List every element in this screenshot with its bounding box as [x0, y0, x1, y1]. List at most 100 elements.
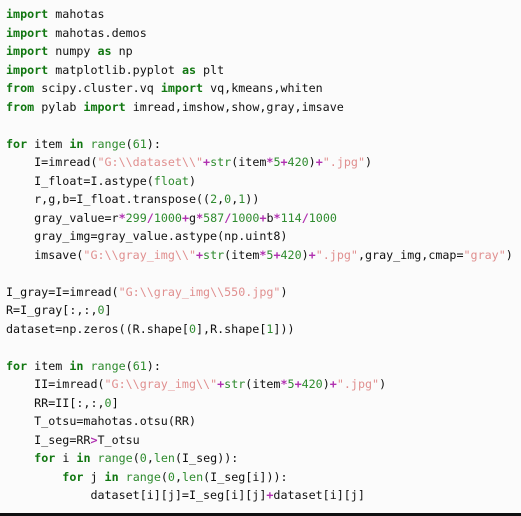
code-token-kw: for	[6, 358, 28, 373]
code-token-kw: in	[69, 136, 84, 151]
code-token-num: 61	[132, 136, 147, 151]
code-token-num: 0	[188, 321, 196, 336]
code-token-pl: g	[189, 210, 197, 225]
code-line: I_seg=RR>T_otsu	[6, 431, 521, 450]
code-token-num: 1000	[231, 210, 260, 225]
code-line: imsave("G:\\gray_img\\"+str(item*5+420)+…	[6, 246, 521, 265]
code-token-op: +	[315, 155, 323, 169]
code-line: for item in range(61):	[6, 135, 521, 154]
code-token-pl: R=I_gray[:,:,	[6, 303, 98, 317]
code-token-pl: I=imread(	[6, 155, 98, 169]
code-line: I_float=I.astype(float)	[6, 172, 521, 191]
code-token-pl: imread,imshow,show,gray,imsave	[125, 99, 344, 114]
code-line: from pylab import imread,imshow,show,gra…	[6, 98, 521, 117]
code-token-num: 1000	[153, 210, 182, 225]
code-token-pl: )	[322, 377, 330, 391]
code-token-bi: range	[90, 136, 126, 151]
code-line: II=imread("G:\\gray_img\\"+str(item*5+42…	[6, 375, 521, 394]
code-token-pl: j	[83, 469, 105, 484]
code-token-pl: ):	[146, 358, 161, 373]
code-token-kw: import	[6, 62, 49, 77]
code-token-pl: RR=II[:,:,	[6, 395, 105, 410]
code-token-op: +	[273, 247, 281, 262]
code-token-op: >	[90, 432, 98, 447]
code-token-kw: import	[83, 99, 126, 114]
code-line: gray_value=r*299/1000+g*587/1000+b*114/1…	[6, 209, 521, 228]
code-line: from scipy.cluster.vq import vq,kmeans,w…	[6, 79, 521, 98]
code-line: import mahotas	[6, 5, 521, 24]
code-line: I=imread("G:\\dataset\\"+str(item*5+420)…	[6, 153, 521, 172]
code-token-pl: (	[132, 451, 140, 465]
code-token-kw: import	[6, 25, 49, 40]
code-token-pl: )	[188, 173, 197, 188]
code-token-bi: len	[153, 451, 175, 465]
code-token-kw: as	[181, 62, 197, 77]
code-token-pl: )	[379, 377, 387, 391]
code-token-pl: gray_img=gray_value.astype(np.uint8)	[6, 229, 288, 243]
code-token-pl: (item	[224, 247, 260, 262]
code-token-str: ".jpg"	[336, 377, 380, 391]
code-token-pl: ],R.shape[	[196, 321, 267, 336]
code-token-kw: import	[6, 44, 49, 58]
code-line: for j in range(0,len(I_seg[i])):	[6, 468, 521, 487]
code-token-pl: item	[27, 136, 70, 151]
code-token-bi: str	[224, 377, 246, 391]
code-token-pl: matplotlib.pyplot	[48, 62, 182, 77]
code-token-pl: (item	[231, 155, 267, 169]
code-token-str: ".jpg"	[315, 247, 358, 262]
code-token-pl: )	[505, 247, 513, 262]
code-token-num: 420	[301, 377, 323, 391]
code-token-pl: )	[280, 284, 288, 299]
code-token-num: 5	[287, 377, 295, 391]
code-token-bi: str	[210, 155, 232, 169]
code-token-pl: ,	[146, 451, 154, 465]
code-token-pl: item	[27, 358, 70, 373]
code-token-pl: ]))	[273, 321, 295, 336]
code-token-pl: I_float=I.astype(	[6, 173, 154, 188]
code-token-str: "G:\\gray_img\\"	[104, 377, 218, 391]
code-token-kw: as	[97, 44, 112, 58]
code-token-num: 587	[203, 210, 225, 225]
code-token-pl: mahotas.demos	[48, 25, 147, 40]
code-token-op: +	[280, 155, 288, 169]
code-line: r,g,b=I_float.transpose((2,0,1))	[6, 190, 521, 209]
code-editor-text[interactable]: import mahotas import mahotas.demos import…	[0, 0, 521, 513]
code-line: import matplotlib.pyplot as plt	[6, 61, 521, 80]
code-screenshot: import mahotas import mahotas.demos import…	[0, 0, 521, 516]
code-token-bi: str	[203, 247, 225, 262]
code-token-num: 1000	[308, 210, 337, 225]
code-token-pl: (	[125, 358, 133, 373]
code-token-pl: dataset=np.zeros((R.shape[	[6, 321, 189, 336]
code-token-kw: for	[6, 136, 28, 151]
code-token-bi: range	[125, 469, 161, 484]
code-line: for i in range(0,len(I_seg)):	[6, 449, 521, 468]
code-token-op: *	[118, 210, 126, 225]
code-token-bi: float	[153, 173, 189, 188]
code-token-pl: )	[308, 155, 316, 169]
code-line: T_otsu=mahotas.otsu(RR)	[6, 412, 521, 431]
code-token-num: 0	[139, 451, 147, 465]
code-token-pl: np	[111, 44, 133, 58]
code-token-num: 0	[167, 469, 175, 484]
code-token-op: /	[146, 210, 154, 225]
code-token-num: 0	[97, 303, 105, 317]
code-token-pl: dataset[i][j]	[273, 488, 365, 502]
code-token-pl: II=imread(	[6, 377, 105, 391]
code-token-op: +	[329, 377, 337, 391]
code-token-op: +	[294, 377, 302, 391]
code-line: import numpy as np	[6, 42, 521, 61]
code-token-kw: in	[76, 451, 91, 465]
code-token-pl: imsave(	[6, 247, 84, 262]
code-token-num: 61	[132, 358, 147, 373]
code-token-op: *	[280, 377, 288, 391]
code-token-kw: for	[62, 469, 84, 484]
code-line: dataset=np.zeros((R.shape[0],R.shape[1])…	[6, 320, 521, 339]
code-line: dataset[i][j]=I_seg[i][j]+dataset[i][j]	[6, 486, 521, 505]
code-token-pl: (I_seg[i])):	[203, 469, 288, 484]
code-token-pl: T_otsu	[97, 432, 140, 447]
code-token-pl: b	[266, 210, 274, 225]
code-token-bi: len	[182, 469, 204, 484]
